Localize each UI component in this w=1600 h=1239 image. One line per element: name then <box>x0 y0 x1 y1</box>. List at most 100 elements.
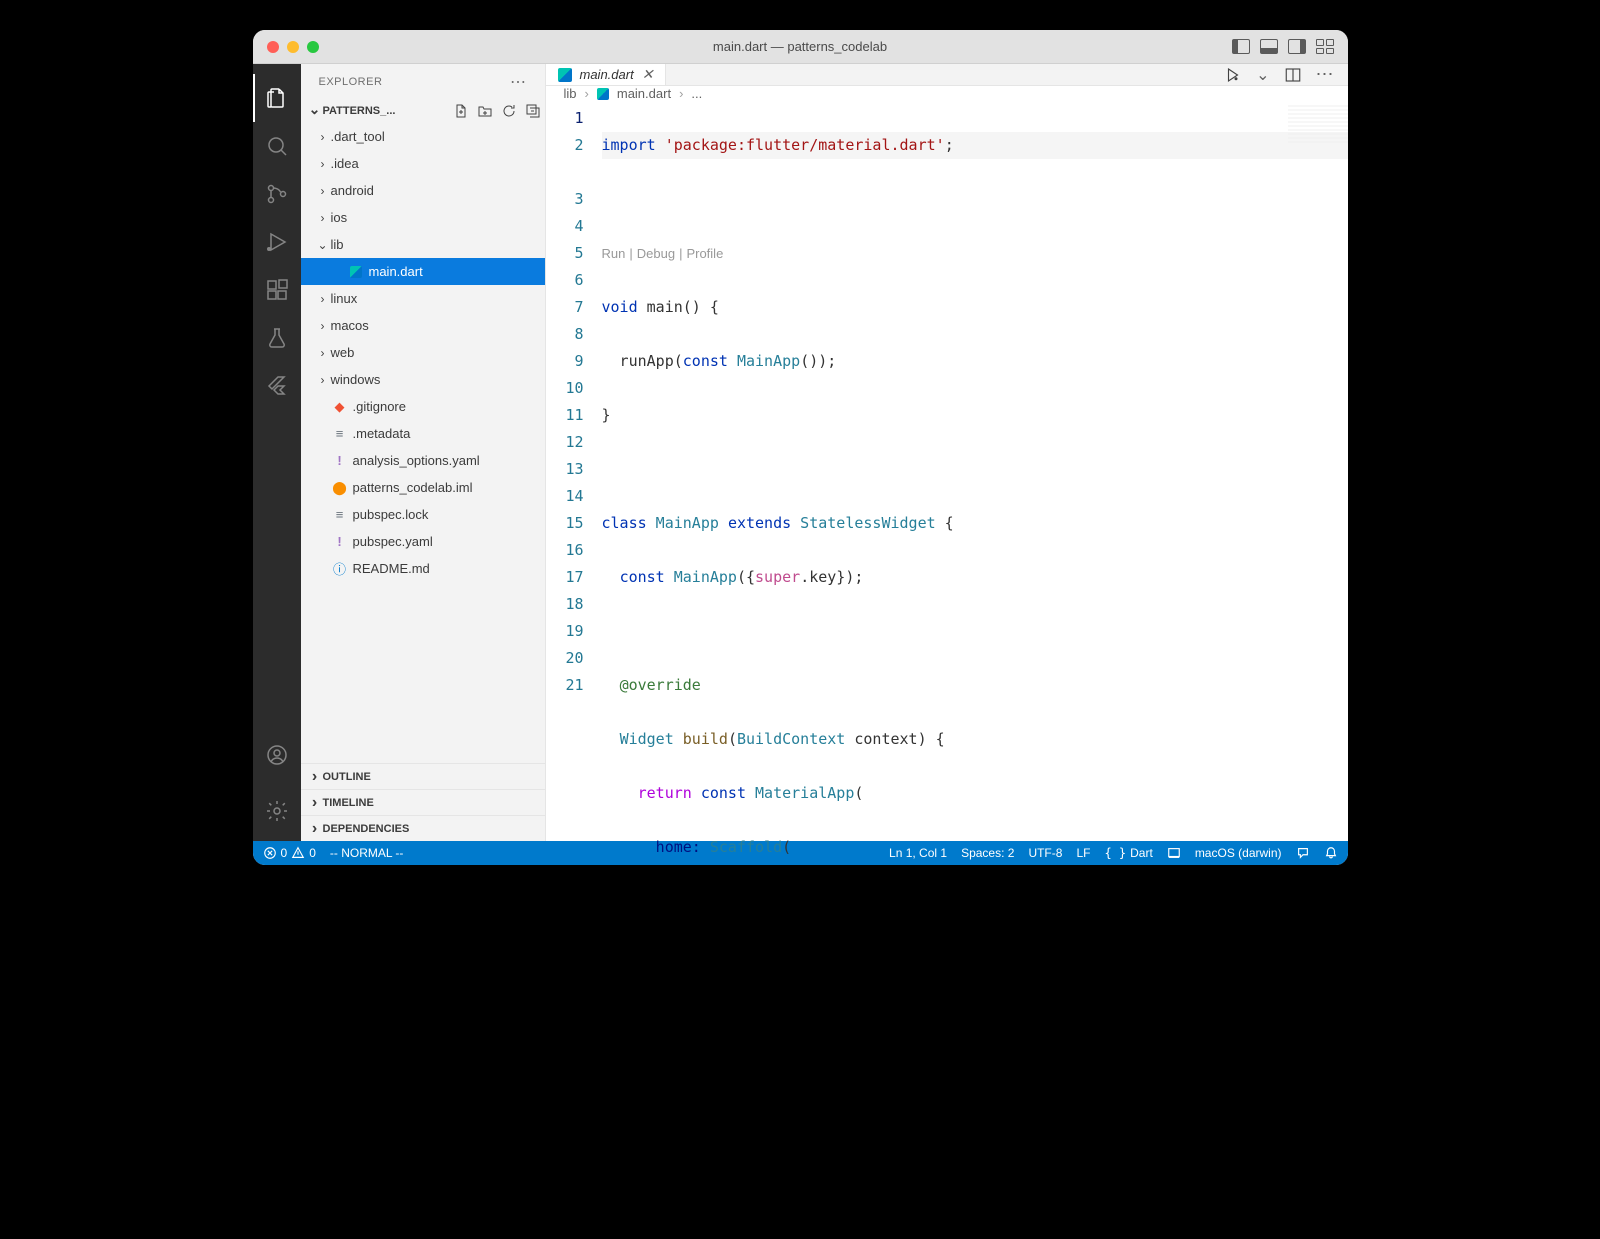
dependencies-section[interactable]: DEPENDENCIES <box>301 815 545 841</box>
chevron-right-icon: › <box>315 211 331 225</box>
outline-section[interactable]: OUTLINE <box>301 763 545 789</box>
timeline-section[interactable]: TIMELINE <box>301 789 545 815</box>
tree-item-label: patterns_codelab.iml <box>353 480 473 495</box>
more-icon[interactable]: ⋯ <box>1316 64 1334 85</box>
explorer-icon[interactable] <box>253 74 301 122</box>
tree-item-label: windows <box>331 372 381 387</box>
codelens-debug[interactable]: Debug <box>637 240 675 267</box>
code-editor[interactable]: 12 3456789101112131415161718192021 impor… <box>546 101 1348 865</box>
editor-area: main.dart ✕ ⌄ ⋯ lib › main.dart › ... <box>546 64 1348 841</box>
account-icon[interactable] <box>253 731 301 779</box>
chevron-right-icon: › <box>315 130 331 144</box>
chevron-down-icon <box>307 103 323 120</box>
code-content[interactable]: import 'package:flutter/material.dart'; … <box>602 101 1348 865</box>
breadcrumb-segment[interactable]: ... <box>691 86 702 101</box>
collapse-icon[interactable] <box>525 103 541 119</box>
run-icon[interactable] <box>1224 66 1242 84</box>
folder-header[interactable]: PATTERNS_... <box>301 99 545 123</box>
chevron-right-icon: › <box>315 184 331 198</box>
tree-item-label: web <box>331 345 355 360</box>
folder-item[interactable]: ›.dart_tool <box>301 123 545 150</box>
file-icon: ≡ <box>331 507 349 522</box>
close-button[interactable] <box>267 41 279 53</box>
tree-item-label: pubspec.lock <box>353 507 429 522</box>
extensions-icon[interactable] <box>253 266 301 314</box>
panel-right-icon[interactable] <box>1288 39 1306 54</box>
maximize-button[interactable] <box>307 41 319 53</box>
breadcrumb[interactable]: lib › main.dart › ... <box>546 86 1348 101</box>
refresh-icon[interactable] <box>501 103 517 119</box>
tree-item-label: android <box>331 183 374 198</box>
status-errors[interactable]: 0 0 <box>263 846 316 860</box>
breadcrumb-segment[interactable]: main.dart <box>617 86 671 101</box>
dart-file-icon <box>558 68 572 82</box>
minimize-button[interactable] <box>287 41 299 53</box>
tree-item-label: macos <box>331 318 369 333</box>
file-icon: ≡ <box>331 426 349 441</box>
file-item[interactable]: ≡ pubspec.lock <box>301 501 545 528</box>
flutter-icon[interactable] <box>253 362 301 410</box>
folder-item[interactable]: ›web <box>301 339 545 366</box>
tree-item-label: linux <box>331 291 358 306</box>
sidebar: EXPLORER ⋯ PATTERNS_... ›.dart_tool›.ide… <box>301 64 546 841</box>
new-folder-icon[interactable] <box>477 103 493 119</box>
chevron-right-icon <box>307 794 323 812</box>
close-icon[interactable]: ✕ <box>642 66 654 83</box>
search-icon[interactable] <box>253 122 301 170</box>
file-icon: ◆ <box>331 399 349 415</box>
vscode-window: main.dart — patterns_codelab <box>253 30 1348 865</box>
sidebar-header: EXPLORER ⋯ <box>301 64 545 99</box>
chevron-down-icon[interactable]: ⌄ <box>1256 65 1269 85</box>
folder-actions <box>453 103 541 119</box>
activity-bar <box>253 64 301 841</box>
codelens-run[interactable]: Run <box>602 240 626 267</box>
tab-main-dart[interactable]: main.dart ✕ <box>546 64 667 85</box>
sidebar-more-icon[interactable]: ⋯ <box>510 72 527 92</box>
chevron-right-icon: › <box>315 346 331 360</box>
file-item[interactable]: !analysis_options.yaml <box>301 447 545 474</box>
chevron-right-icon <box>307 820 323 838</box>
folder-item[interactable]: ›linux <box>301 285 545 312</box>
chevron-right-icon: › <box>585 86 589 101</box>
chevron-right-icon: › <box>315 319 331 333</box>
tree-item-label: ios <box>331 210 348 225</box>
panel-bottom-icon[interactable] <box>1260 39 1278 54</box>
layout-grid-icon[interactable] <box>1316 39 1334 54</box>
folder-item[interactable]: ›ios <box>301 204 545 231</box>
tab-label: main.dart <box>580 67 634 82</box>
codelens-profile[interactable]: Profile <box>686 240 723 267</box>
source-control-icon[interactable] <box>253 170 301 218</box>
tree-item-label: lib <box>331 237 344 252</box>
file-item[interactable]: main.dart <box>301 258 545 285</box>
testing-icon[interactable] <box>253 314 301 362</box>
chevron-right-icon <box>307 768 323 786</box>
codelens: Run|Debug|Profile <box>602 240 1348 267</box>
chevron-right-icon: › <box>679 86 683 101</box>
file-item[interactable]: ◆.gitignore <box>301 393 545 420</box>
folder-item[interactable]: ›windows <box>301 366 545 393</box>
traffic-lights <box>267 41 319 53</box>
folder-item[interactable]: ›.idea <box>301 150 545 177</box>
tree-item-label: main.dart <box>369 264 423 279</box>
file-item[interactable]: ⬤patterns_codelab.iml <box>301 474 545 501</box>
dart-file-icon <box>597 88 609 100</box>
folder-item[interactable]: ›android <box>301 177 545 204</box>
settings-gear-icon[interactable] <box>253 787 301 835</box>
folder-item[interactable]: ⌄lib <box>301 231 545 258</box>
sidebar-title: EXPLORER <box>319 76 511 88</box>
file-item[interactable]: ⓘREADME.md <box>301 555 545 582</box>
main-area: EXPLORER ⋯ PATTERNS_... ›.dart_tool›.ide… <box>253 64 1348 841</box>
minimap[interactable] <box>1288 105 1348 145</box>
new-file-icon[interactable] <box>453 103 469 119</box>
split-editor-icon[interactable] <box>1284 66 1302 84</box>
file-item[interactable]: !pubspec.yaml <box>301 528 545 555</box>
file-item[interactable]: ≡.metadata <box>301 420 545 447</box>
status-vim-mode[interactable]: -- NORMAL -- <box>330 846 404 860</box>
editor-actions: ⌄ ⋯ <box>1210 64 1347 85</box>
run-debug-icon[interactable] <box>253 218 301 266</box>
tree-item-label: .idea <box>331 156 359 171</box>
panel-left-icon[interactable] <box>1232 39 1250 54</box>
breadcrumb-segment[interactable]: lib <box>564 86 577 101</box>
chevron-right-icon: › <box>315 292 331 306</box>
folder-item[interactable]: ›macos <box>301 312 545 339</box>
